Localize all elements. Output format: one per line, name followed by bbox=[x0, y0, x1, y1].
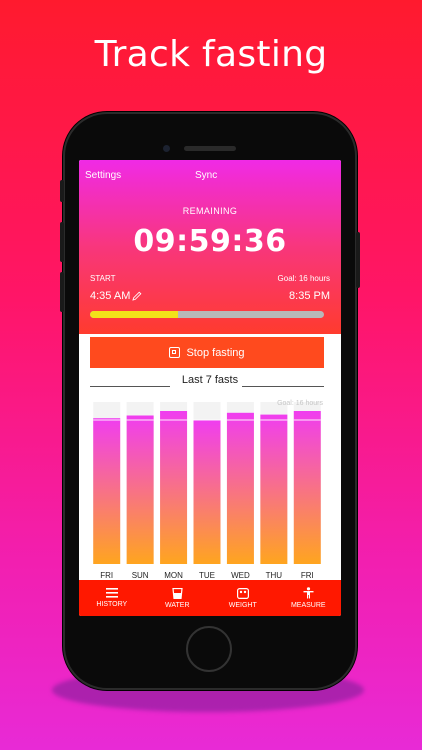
tab-weight[interactable]: WEIGHT bbox=[210, 580, 276, 616]
power-button bbox=[356, 232, 360, 288]
scale-icon bbox=[236, 587, 249, 599]
volume-up-button bbox=[60, 222, 64, 262]
tab-water[interactable]: WATER bbox=[145, 580, 211, 616]
stop-icon bbox=[169, 347, 181, 358]
tab-measure[interactable]: MEASURE bbox=[276, 580, 342, 616]
chart-bar[interactable] bbox=[193, 420, 221, 564]
chart-goal-label: Goal: 16 hours bbox=[277, 400, 323, 407]
countdown-timer: 09:59:36 bbox=[133, 224, 287, 259]
volume-down-button bbox=[60, 272, 64, 312]
chart-day-label: FRI bbox=[301, 571, 314, 580]
tab-weight-label: WEIGHT bbox=[228, 601, 257, 609]
chart-day-label: THU bbox=[266, 571, 283, 580]
home-button[interactable] bbox=[186, 626, 232, 672]
chart-bar[interactable] bbox=[226, 412, 254, 564]
chart-bar[interactable] bbox=[126, 415, 154, 565]
pencil-icon[interactable] bbox=[132, 291, 142, 301]
section-title: Last 7 fasts bbox=[181, 374, 239, 386]
app-screen: Settings Sync REMAINING 09:59:36 START G… bbox=[79, 160, 341, 616]
tab-water-label: WATER bbox=[165, 601, 190, 609]
sync-button[interactable]: Sync bbox=[195, 170, 217, 181]
section-divider-left bbox=[90, 386, 170, 387]
chart-bar[interactable] bbox=[293, 411, 321, 564]
goal-label: Goal: 16 hours bbox=[277, 274, 330, 283]
tab-history-label: HISTORY bbox=[96, 601, 128, 608]
water-glass-icon bbox=[172, 587, 183, 599]
end-time: 8:35 PM bbox=[289, 290, 330, 302]
mute-switch bbox=[60, 180, 64, 202]
fasting-progress-fill bbox=[90, 311, 178, 318]
tab-history[interactable]: HISTORY bbox=[79, 580, 145, 616]
chart-day-label: TUE bbox=[199, 571, 215, 580]
headline: Track fasting bbox=[94, 34, 328, 75]
start-time-value: 4:35 AM bbox=[90, 290, 131, 302]
section-divider-right bbox=[242, 386, 324, 387]
stop-fasting-button[interactable]: Stop fasting bbox=[90, 337, 324, 368]
list-icon bbox=[105, 588, 118, 598]
chart-day-label: WED bbox=[231, 571, 250, 580]
chart-bar[interactable] bbox=[160, 411, 188, 564]
timer-panel: Settings Sync REMAINING 09:59:36 START G… bbox=[79, 160, 341, 334]
chart-bar[interactable] bbox=[93, 418, 121, 564]
tab-bar: HISTORY WATER WEIGHT MEASURE bbox=[79, 580, 341, 616]
phone-frame: Settings Sync REMAINING 09:59:36 START G… bbox=[60, 112, 360, 690]
speaker bbox=[184, 146, 236, 151]
stop-fasting-label: Stop fasting bbox=[186, 346, 245, 359]
remaining-label: REMAINING bbox=[182, 206, 238, 216]
chart-day-label: SUN bbox=[132, 571, 149, 580]
chart-day-label: FRI bbox=[100, 571, 113, 580]
settings-button[interactable]: Settings bbox=[85, 170, 121, 181]
start-time[interactable]: 4:35 AM bbox=[90, 290, 142, 302]
start-label: START bbox=[90, 274, 116, 283]
chart-day-label: MON bbox=[164, 571, 183, 580]
front-camera bbox=[163, 145, 170, 152]
tab-measure-label: MEASURE bbox=[290, 602, 326, 609]
fasting-progress-bar bbox=[90, 311, 324, 318]
chart-bar[interactable] bbox=[260, 414, 288, 564]
person-icon bbox=[303, 587, 314, 599]
